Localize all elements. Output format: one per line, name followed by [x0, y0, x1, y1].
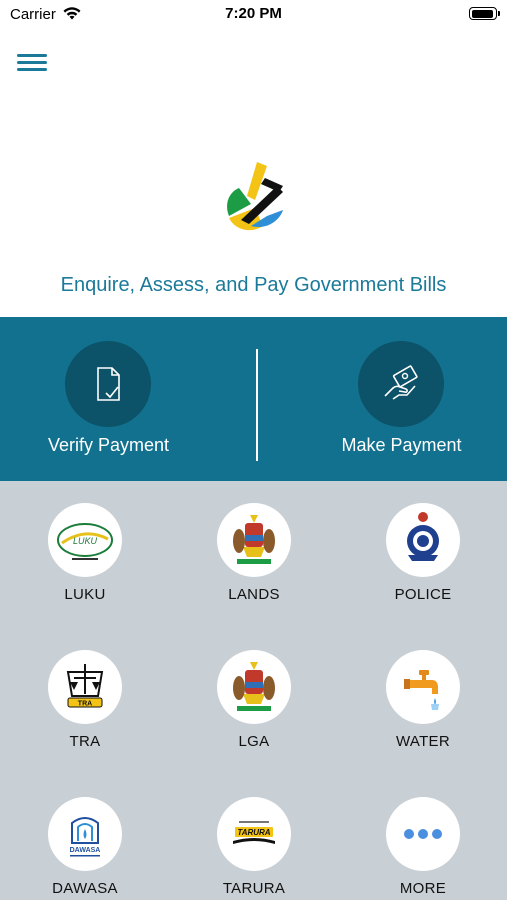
more-dots-icon	[386, 797, 460, 871]
tra-logo-icon: TRA	[48, 650, 122, 724]
service-label: DAWASA	[52, 880, 118, 897]
document-check-icon	[97, 367, 120, 401]
coat-of-arms-icon	[217, 503, 291, 577]
service-label: LUKU	[64, 586, 106, 603]
service-tile-lga[interactable]: LGA	[194, 628, 314, 750]
service-label: TARURA	[222, 880, 286, 897]
verify-payment-circle	[65, 341, 151, 427]
coat-of-arms-icon	[217, 650, 291, 724]
make-payment-label: Make Payment	[341, 435, 462, 455]
status-bar: Carrier 7:20 PM	[0, 0, 507, 30]
status-time: 7:20 PM	[225, 5, 282, 22]
luku-logo-icon: LUKU	[48, 503, 122, 577]
svg-text:TRA: TRA	[78, 701, 92, 708]
service-label: MORE	[399, 880, 447, 897]
app-tagline: Enquire, Assess, and Pay Government Bill…	[60, 274, 447, 296]
verify-payment-button[interactable]: Verify Payment	[0, 317, 253, 481]
tarura-logo-icon: TARURA	[217, 797, 291, 871]
service-tile-more[interactable]: MORE	[363, 775, 483, 897]
hand-cash-icon	[384, 365, 418, 400]
service-tile-luku[interactable]: LUKU LUKU	[25, 481, 145, 603]
service-tile-water[interactable]: WATER	[363, 628, 483, 750]
police-badge-icon	[386, 503, 460, 577]
battery-icon	[469, 7, 500, 20]
verify-payment-label: Verify Payment	[47, 435, 170, 455]
service-label: WATER	[396, 733, 450, 750]
service-tile-lands[interactable]: LANDS	[194, 481, 314, 603]
service-tile-tarura[interactable]: TARURA TARURA	[194, 775, 314, 897]
payment-actions-panel: Verify Payment Make Payment	[0, 317, 507, 481]
app-logo-icon	[227, 162, 283, 231]
dawasa-logo-icon: DAWASA	[48, 797, 122, 871]
svg-text:TARURA: TARURA	[237, 828, 270, 837]
service-label: LGA	[238, 733, 270, 750]
service-tile-police[interactable]: POLICE	[363, 481, 483, 603]
menu-hamburger-icon[interactable]	[17, 51, 47, 73]
service-label: LANDS	[228, 586, 280, 603]
service-tile-dawasa[interactable]: DAWASA DAWASA	[25, 775, 145, 897]
service-tile-tra[interactable]: TRA TRA	[25, 628, 145, 750]
svg-text:DAWASA: DAWASA	[70, 847, 101, 854]
service-label: TRA	[69, 733, 101, 750]
make-payment-circle	[358, 341, 444, 427]
services-grid: LUKU LUKU LANDS POLICE TRA TRA LGA WATER…	[0, 481, 507, 900]
service-label: POLICE	[394, 586, 452, 603]
water-tap-icon	[386, 650, 460, 724]
svg-text:LUKU: LUKU	[73, 536, 98, 546]
make-payment-button[interactable]: Make Payment	[254, 317, 507, 481]
